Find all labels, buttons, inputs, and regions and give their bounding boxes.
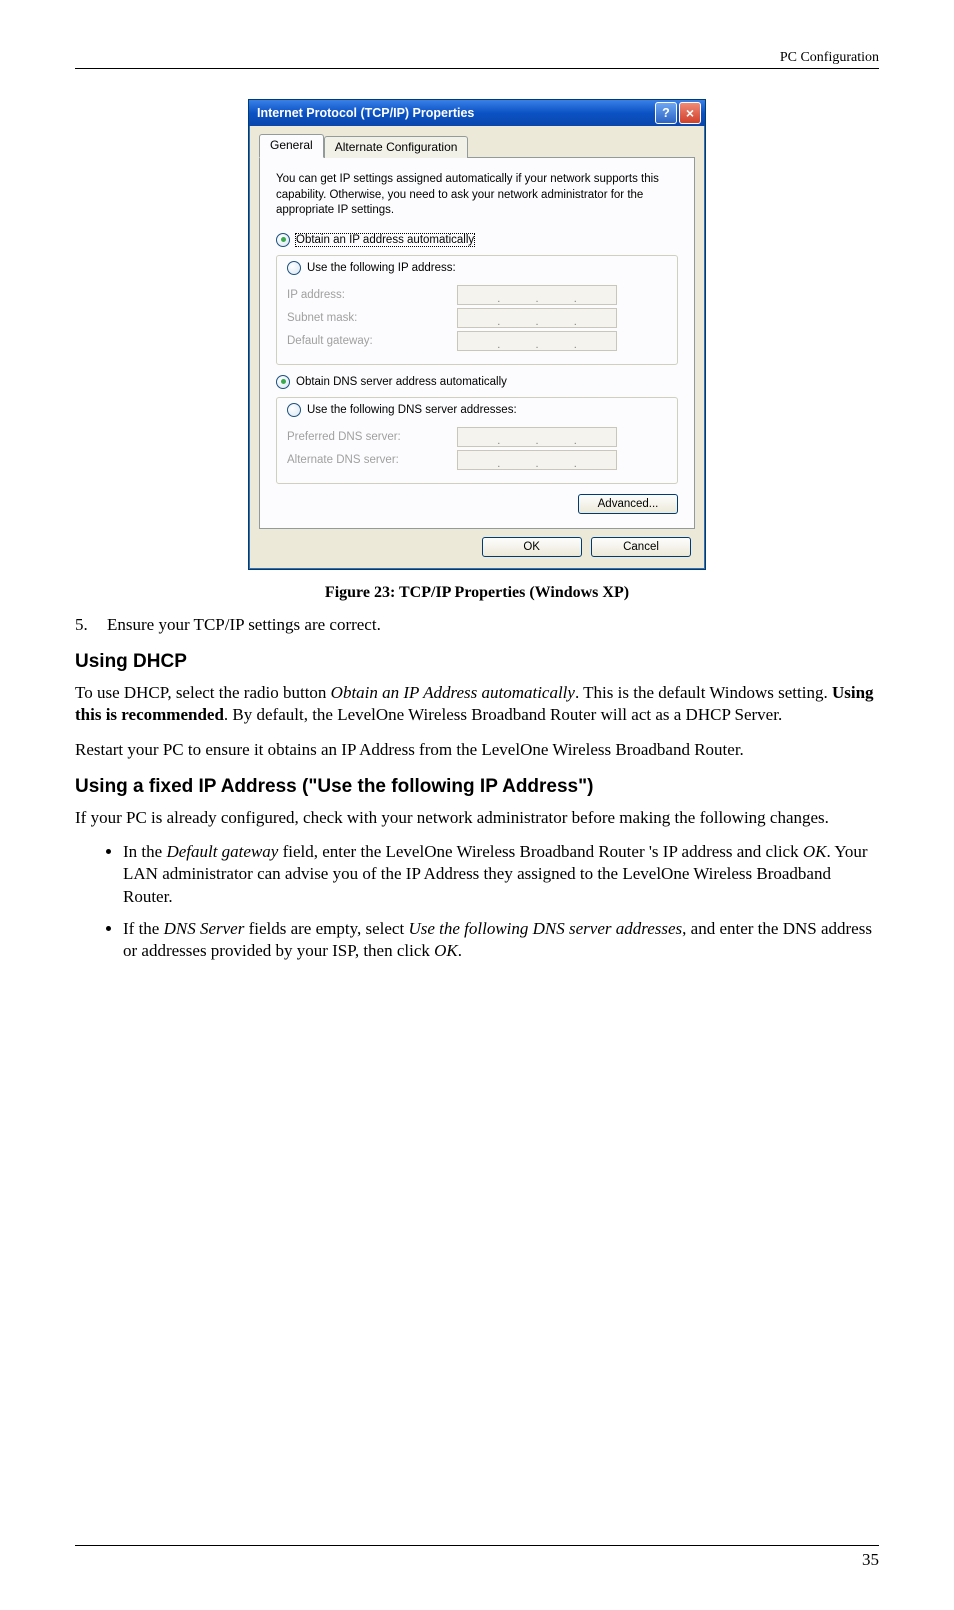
page-number: 35 — [862, 1550, 879, 1569]
dialog-buttons: OK Cancel — [259, 529, 695, 559]
tcpip-dialog: Internet Protocol (TCP/IP) Properties ? … — [248, 99, 706, 570]
para-dhcp-2: Restart your PC to ensure it obtains an … — [75, 739, 879, 761]
tab-strip: General Alternate Configuration — [259, 134, 695, 158]
cancel-button[interactable]: Cancel — [591, 537, 691, 557]
row-gateway: Default gateway: ... — [287, 331, 667, 351]
radio-label: Obtain an IP address automatically — [296, 234, 474, 246]
label-alt-dns: Alternate DNS server: — [287, 454, 457, 466]
header-label: PC Configuration — [780, 50, 879, 65]
tab-pane: You can get IP settings assigned automat… — [259, 157, 695, 529]
label-ip-address: IP address: — [287, 289, 457, 301]
dns-group: Use the following DNS server addresses: … — [276, 397, 678, 484]
para-dhcp-1: To use DHCP, select the radio button Obt… — [75, 682, 879, 726]
radio-icon — [287, 261, 301, 275]
radio-obtain-dns[interactable]: Obtain DNS server address automatically — [276, 375, 678, 389]
fixed-ip-bullets: In the Default gateway field, enter the … — [75, 841, 879, 961]
bullet-1: In the Default gateway field, enter the … — [123, 841, 879, 907]
radio-use-ip[interactable]: Use the following IP address: — [283, 261, 460, 275]
row-ip-address: IP address: ... — [287, 285, 667, 305]
figure-caption: Figure 23: TCP/IP Properties (Windows XP… — [75, 584, 879, 602]
document-body: 5. Ensure your TCP/IP settings are corre… — [75, 614, 879, 962]
row-subnet: Subnet mask: ... — [287, 308, 667, 328]
page-footer: 35 — [75, 1545, 879, 1570]
dialog-content: General Alternate Configuration You can … — [249, 126, 705, 569]
radio-label: Obtain DNS server address automatically — [296, 376, 507, 388]
radio-icon — [276, 233, 290, 247]
row-alt-dns: Alternate DNS server: ... — [287, 450, 667, 470]
close-button[interactable]: × — [679, 102, 701, 124]
advanced-button[interactable]: Advanced... — [578, 494, 678, 514]
dialog-description: You can get IP settings assigned automat… — [276, 172, 678, 219]
step-text: Ensure your TCP/IP settings are correct. — [107, 614, 381, 636]
heading-dhcp: Using DHCP — [75, 650, 879, 675]
dialog-wrap: Internet Protocol (TCP/IP) Properties ? … — [75, 99, 879, 570]
input-pref-dns[interactable]: ... — [457, 427, 617, 447]
tab-general[interactable]: General — [259, 134, 324, 158]
radio-icon — [276, 375, 290, 389]
row-pref-dns: Preferred DNS server: ... — [287, 427, 667, 447]
radio-label: Use the following IP address: — [307, 262, 456, 274]
ok-button[interactable]: OK — [482, 537, 582, 557]
tab-alternate[interactable]: Alternate Configuration — [324, 136, 469, 158]
input-ip-address[interactable]: ... — [457, 285, 617, 305]
label-subnet: Subnet mask: — [287, 312, 457, 324]
para-fixed-1: If your PC is already configured, check … — [75, 807, 879, 829]
radio-obtain-ip[interactable]: Obtain an IP address automatically — [276, 233, 678, 247]
titlebar: Internet Protocol (TCP/IP) Properties ? … — [249, 100, 705, 126]
label-pref-dns: Preferred DNS server: — [287, 431, 457, 443]
dialog-title: Internet Protocol (TCP/IP) Properties — [257, 106, 653, 120]
input-subnet[interactable]: ... — [457, 308, 617, 328]
radio-use-dns[interactable]: Use the following DNS server addresses: — [283, 403, 521, 417]
heading-fixed-ip: Using a fixed IP Address ("Use the follo… — [75, 775, 879, 800]
radio-label: Use the following DNS server addresses: — [307, 404, 517, 416]
step-5: 5. Ensure your TCP/IP settings are corre… — [75, 614, 879, 636]
ip-group: Use the following IP address: IP address… — [276, 255, 678, 365]
input-alt-dns[interactable]: ... — [457, 450, 617, 470]
bullet-2: If the DNS Server fields are empty, sele… — [123, 918, 879, 962]
help-button[interactable]: ? — [655, 102, 677, 124]
input-gateway[interactable]: ... — [457, 331, 617, 351]
advanced-row: Advanced... — [276, 494, 678, 514]
radio-icon — [287, 403, 301, 417]
page-header: PC Configuration — [75, 50, 879, 69]
step-number: 5. — [75, 614, 107, 636]
label-gateway: Default gateway: — [287, 335, 457, 347]
